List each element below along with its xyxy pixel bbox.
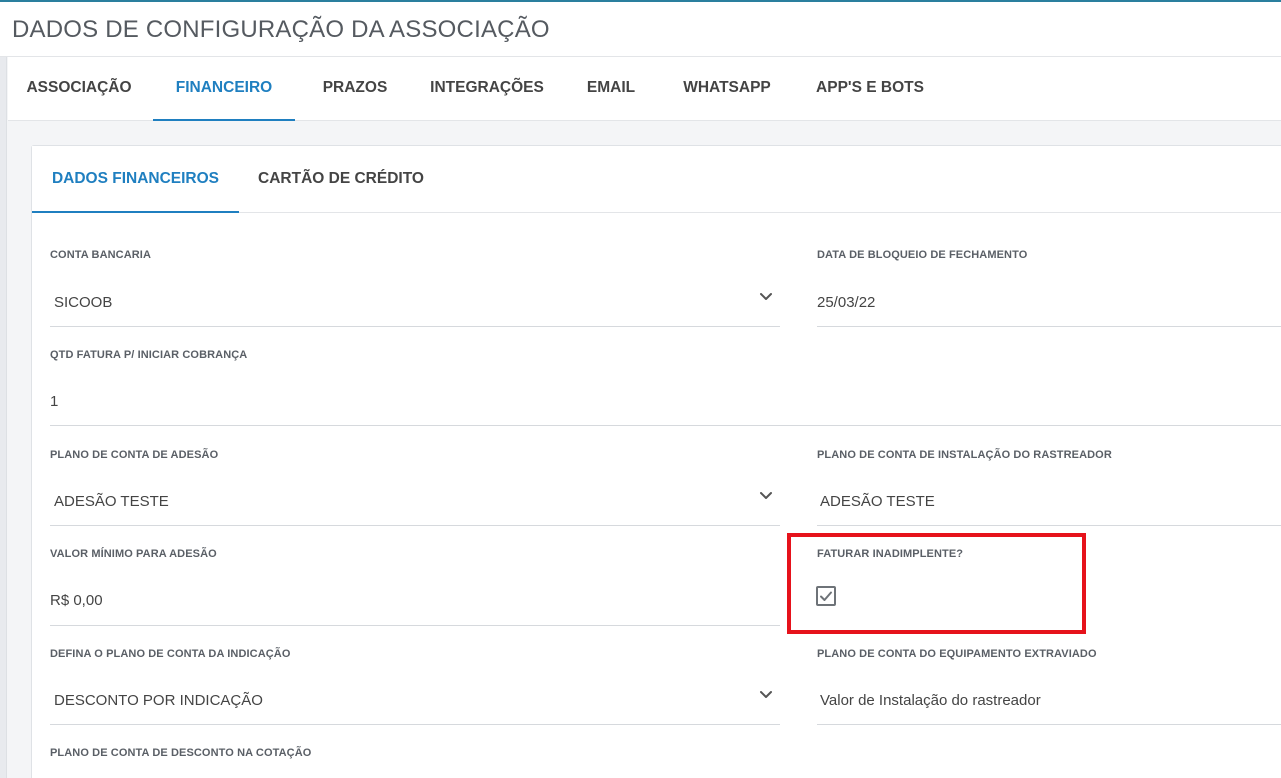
- tab-prazos[interactable]: PRAZOS: [304, 57, 406, 121]
- valor-minimo-label: VALOR MÍNIMO PARA ADESÃO: [50, 548, 217, 560]
- plano-adesao-label: PLANO DE CONTA DE ADESÃO: [50, 449, 219, 461]
- subtab-cartao-de-credito[interactable]: CARTÃO DE CRÉDITO: [245, 146, 437, 213]
- main-tab-bar: ASSOCIAÇÃO FINANCEIRO PRAZOS INTEGRAÇÕES…: [8, 57, 1281, 121]
- data-bloqueio-underline: [817, 326, 1281, 327]
- conta-bancaria-select[interactable]: SICOOB: [54, 294, 112, 311]
- tab-integracoes[interactable]: INTEGRAÇÕES: [414, 57, 560, 121]
- sub-tab-bar: DADOS FINANCEIROS CARTÃO DE CRÉDITO: [32, 146, 1281, 213]
- page-header: DADOS DE CONFIGURAÇÃO DA ASSOCIAÇÃO: [0, 2, 1281, 57]
- plano-extraviado-underline: [817, 724, 1281, 725]
- plano-instalacao-underline: [817, 525, 1281, 526]
- data-bloqueio-input[interactable]: 25/03/22: [817, 294, 875, 311]
- valor-minimo-underline: [50, 625, 780, 626]
- qtd-fatura-underline: [50, 425, 1281, 426]
- data-bloqueio-label: DATA DE BLOQUEIO DE FECHAMENTO: [817, 249, 1028, 261]
- plano-extraviado-label: PLANO DE CONTA DO EQUIPAMENTO EXTRAVIADO: [817, 648, 1097, 660]
- chevron-down-icon[interactable]: [758, 488, 774, 504]
- financial-card: [31, 145, 1281, 778]
- plano-instalacao-label: PLANO DE CONTA DE INSTALAÇÃO DO RASTREAD…: [817, 449, 1112, 461]
- chevron-down-icon[interactable]: [758, 687, 774, 703]
- page-title: DADOS DE CONFIGURAÇÃO DA ASSOCIAÇÃO: [12, 16, 550, 43]
- highlight-box: [787, 533, 1086, 634]
- plano-indicacao-select[interactable]: DESCONTO POR INDICAÇÃO: [54, 692, 263, 709]
- plano-desconto-cotacao-label: PLANO DE CONTA DE DESCONTO NA COTAÇÃO: [50, 747, 312, 759]
- tab-financeiro[interactable]: FINANCEIRO: [153, 57, 295, 121]
- plano-extraviado-select[interactable]: Valor de Instalação do rastreador: [820, 692, 1041, 709]
- tab-associacao[interactable]: ASSOCIAÇÃO: [8, 57, 150, 121]
- qtd-fatura-input[interactable]: 1: [50, 393, 58, 410]
- left-rail: [0, 57, 7, 778]
- plano-adesao-underline: [50, 525, 780, 526]
- valor-minimo-input[interactable]: R$ 0,00: [50, 592, 103, 609]
- plano-indicacao-underline: [50, 724, 780, 725]
- subtab-dados-financeiros[interactable]: DADOS FINANCEIROS: [32, 146, 239, 213]
- conta-bancaria-underline: [50, 326, 780, 327]
- tab-email[interactable]: EMAIL: [568, 57, 654, 121]
- plano-instalacao-select[interactable]: ADESÃO TESTE: [820, 493, 935, 510]
- plano-indicacao-label: DEFINA O PLANO DE CONTA DA INDICAÇÃO: [50, 648, 291, 660]
- conta-bancaria-label: CONTA BANCARIA: [50, 249, 152, 261]
- tab-apps-e-bots[interactable]: APP'S E BOTS: [800, 57, 940, 121]
- plano-adesao-select[interactable]: ADESÃO TESTE: [54, 493, 169, 510]
- chevron-down-icon[interactable]: [758, 289, 774, 305]
- tab-whatsapp[interactable]: WHATSAPP: [664, 57, 790, 121]
- qtd-fatura-label: QTD FATURA P/ INICIAR COBRANÇA: [50, 349, 248, 361]
